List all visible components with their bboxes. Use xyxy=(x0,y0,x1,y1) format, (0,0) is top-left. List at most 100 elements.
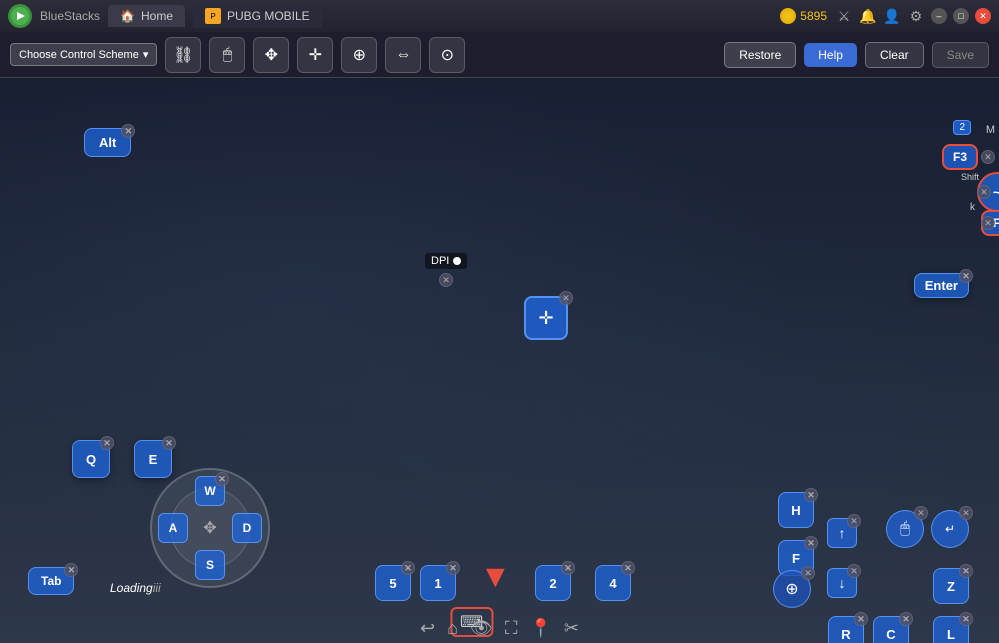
up-arrow-key[interactable]: ↑ ✕ xyxy=(827,518,857,548)
num4-key[interactable]: 4 ✕ xyxy=(595,565,631,601)
dpi-x[interactable]: ✕ xyxy=(439,273,453,287)
num1-key[interactable]: 1 ✕ xyxy=(420,565,456,601)
d-key[interactable]: D xyxy=(232,513,262,543)
f3-key[interactable]: F3 xyxy=(942,144,978,170)
tab-home-label: Home xyxy=(141,9,173,23)
dpi-dot xyxy=(453,257,461,265)
num4-close[interactable]: ✕ xyxy=(621,561,635,575)
mouse-left-close[interactable]: ✕ xyxy=(914,506,928,520)
wasd-cluster: ✥ W ✕ A S D xyxy=(150,468,270,588)
f2-close[interactable]: ✕ xyxy=(981,216,995,230)
f-close[interactable]: ✕ xyxy=(804,536,818,550)
h-close[interactable]: ✕ xyxy=(804,488,818,502)
scissors-icon[interactable]: ✂ xyxy=(564,618,579,639)
app-name: BlueStacks xyxy=(40,9,100,23)
e-key-close[interactable]: ✕ xyxy=(162,436,176,450)
cross-icon-btn[interactable]: ✥ xyxy=(253,37,289,73)
crosshair-key[interactable]: ⊕ ✕ xyxy=(773,570,811,608)
tab-pubg[interactable]: P PUBG MOBILE xyxy=(193,4,322,28)
f2-group: F2 ✕ xyxy=(981,216,995,230)
h-key[interactable]: H ✕ xyxy=(778,492,814,528)
fkey-panel: 2 M F3 ✕ Shift ~ ✕ k xyxy=(938,120,999,234)
move-icon-btn[interactable]: ✛ xyxy=(297,37,333,73)
fullscreen-icon[interactable]: ⛶ xyxy=(505,618,518,639)
z-close[interactable]: ✕ xyxy=(959,564,973,578)
home-icon: 🏠 xyxy=(120,9,135,23)
save-button[interactable]: Save xyxy=(932,42,989,68)
swap-icon-btn[interactable]: ⇔ xyxy=(385,37,421,73)
loading-text: Loadingiii xyxy=(110,581,161,595)
toolbar: Choose Control Scheme ▾ ⛓ 🖱 ✥ ✛ ⊕ ⇔ ⊙ Re… xyxy=(0,32,999,78)
mouse-left-btn[interactable]: 🖱 ✕ xyxy=(886,510,924,548)
bell-icon[interactable]: 🔔 xyxy=(859,7,877,25)
tab-key[interactable]: Tab ✕ xyxy=(28,567,74,595)
dpi-panel: DPI ✕ xyxy=(425,253,467,287)
shift-label: Shift xyxy=(961,172,979,182)
sword-icon[interactable]: ⚔ xyxy=(835,7,853,25)
red-arrow-indicator: ▼ xyxy=(480,558,512,595)
close-button[interactable]: ✕ xyxy=(975,8,991,24)
clear-button[interactable]: Clear xyxy=(865,42,924,68)
w-key[interactable]: W ✕ xyxy=(195,476,225,506)
s-key[interactable]: S xyxy=(195,550,225,580)
center-move-key[interactable]: ✛ ✕ xyxy=(524,296,568,340)
tab-home[interactable]: 🏠 Home xyxy=(108,5,185,27)
num2-key[interactable]: 2 ✕ xyxy=(535,565,571,601)
scheme-selector[interactable]: Choose Control Scheme ▾ xyxy=(10,43,157,66)
num5-close[interactable]: ✕ xyxy=(401,561,415,575)
tab-pubg-label: PUBG MOBILE xyxy=(227,9,310,23)
minimize-button[interactable]: – xyxy=(931,8,947,24)
game-area: Alt ✕ Q ✕ E ✕ ✥ W ✕ A xyxy=(0,78,999,643)
k-label: k xyxy=(970,202,975,213)
back-icon[interactable]: ↩ xyxy=(420,618,435,639)
q-key-close[interactable]: ✕ xyxy=(100,436,114,450)
link-icon-btn[interactable]: ⛓ xyxy=(165,37,201,73)
mouse-left-icon: 🖱 xyxy=(900,520,910,538)
aim-icon-btn[interactable]: ⊕ xyxy=(341,37,377,73)
bluestacks-logo xyxy=(8,4,32,28)
tilde-close[interactable]: ✕ xyxy=(977,185,991,199)
wasd-ring-outer: ✥ W ✕ A S D xyxy=(150,468,270,588)
eye-icon[interactable]: 👁 xyxy=(470,618,493,639)
wasd-center-icon: ✥ xyxy=(203,518,216,538)
mouse-right-btn[interactable]: ↵ ✕ xyxy=(931,510,969,548)
location-icon[interactable]: 📍 xyxy=(529,618,551,639)
center-close[interactable]: ✕ xyxy=(559,291,573,305)
person-icon[interactable]: 👤 xyxy=(883,7,901,25)
enter-key[interactable]: Enter ✕ xyxy=(914,273,969,298)
popup-2: 2 xyxy=(953,120,971,135)
dpi-label: DPI xyxy=(425,253,467,269)
scheme-arrow-icon: ▾ xyxy=(143,48,149,61)
a-key[interactable]: A xyxy=(158,513,188,543)
z-key[interactable]: Z ✕ xyxy=(933,568,969,604)
scheme-label: Choose Control Scheme xyxy=(19,49,139,61)
enter-close[interactable]: ✕ xyxy=(959,269,973,283)
mouse-right-icon: ↵ xyxy=(945,522,955,536)
down-close[interactable]: ✕ xyxy=(847,564,861,578)
up-close[interactable]: ✕ xyxy=(847,514,861,528)
mouse-right-close[interactable]: ✕ xyxy=(959,506,973,520)
circle-icon-btn[interactable]: ⊙ xyxy=(429,37,465,73)
num2-close[interactable]: ✕ xyxy=(561,561,575,575)
restore-button[interactable]: Restore xyxy=(724,42,796,68)
coin-icon xyxy=(780,8,796,24)
title-icons: ⚔ 🔔 👤 ⚙ – □ ✕ xyxy=(835,7,991,25)
f3-close[interactable]: ✕ xyxy=(981,150,995,164)
w-key-close[interactable]: ✕ xyxy=(215,472,229,486)
maximize-button[interactable]: □ xyxy=(953,8,969,24)
home-bottom-icon[interactable]: ⌂ xyxy=(447,618,458,639)
num5-key[interactable]: 5 ✕ xyxy=(375,565,411,601)
q-key[interactable]: Q ✕ xyxy=(72,440,110,478)
num1-close[interactable]: ✕ xyxy=(446,561,460,575)
crosshair-close[interactable]: ✕ xyxy=(801,566,815,580)
settings-icon[interactable]: ⚙ xyxy=(907,7,925,25)
dpi-close[interactable]: ✕ xyxy=(439,273,453,287)
coin-amount: 5895 xyxy=(800,9,827,23)
alt-key[interactable]: Alt ✕ xyxy=(84,128,131,157)
m-label: M xyxy=(986,124,995,136)
help-button[interactable]: Help xyxy=(804,43,857,67)
coins-display: 5895 xyxy=(780,8,827,24)
down-arrow-key[interactable]: ↓ ✕ xyxy=(827,568,857,598)
mouse-icon-btn[interactable]: 🖱 xyxy=(209,37,245,73)
pubg-icon: P xyxy=(205,8,221,24)
